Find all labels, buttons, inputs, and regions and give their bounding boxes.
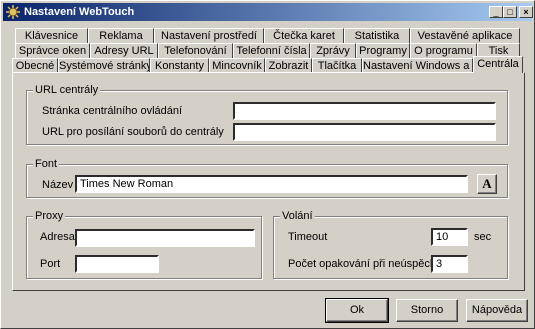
call-group: Volání Timeout sec Počet opakování při n… [273,210,508,279]
url-group: URL centrály Stránka centrálního ovládán… [26,84,508,145]
timeout-unit: sec [474,231,492,243]
tab-programy[interactable]: Programy [356,43,410,58]
tab-statistika[interactable]: Statistika [344,28,410,43]
app-icon [6,5,20,19]
tab-mincovnik[interactable]: Mincovník [209,58,265,73]
help-button-label: Nápověda [471,304,523,316]
timeout-label: Timeout [288,231,328,243]
tab-zpravy[interactable]: Zprávy [310,43,356,58]
window-title: Nastavení WebTouch [24,6,135,18]
control-page-label: Stránka centrálního ovládání [42,105,183,117]
tab-adresy-url[interactable]: Adresy URL [90,43,158,58]
settings-window: Nastavení WebTouch _ □ × Klávesnice Rekl… [0,0,535,329]
help-button[interactable]: Nápověda [466,299,528,322]
proxy-address-input[interactable] [75,229,255,247]
tab-nastaveni-windows[interactable]: Nastavení Windows a IE [362,58,473,73]
font-group: Font Název A [26,158,508,198]
proxy-group-legend: Proxy [33,210,66,223]
retries-input[interactable] [431,255,468,273]
minimize-button[interactable]: _ [489,6,503,18]
tab-zobrazit[interactable]: Zobrazit [265,58,312,73]
tab-o-programu[interactable]: O programu [410,43,477,58]
font-group-legend: Font [33,158,60,171]
tab-telefonni-cisla[interactable]: Telefonní čísla [233,43,310,58]
proxy-group: Proxy Adresa Port [26,210,262,279]
tab-ctecka-karet[interactable]: Čtečka karet [264,28,344,43]
control-page-input[interactable] [233,102,496,120]
cancel-button[interactable]: Storno [396,299,458,322]
tab-panel-centrala: URL centrály Stránka centrálního ovládán… [12,72,525,291]
retries-label: Počet opakování při neúspěchu [288,258,443,270]
font-picker-button[interactable]: A [477,174,497,194]
timeout-input[interactable] [431,228,468,246]
tab-reklama[interactable]: Reklama [88,28,154,43]
tab-klavesnice[interactable]: Klávesnice [15,28,88,43]
tab-tlacitka[interactable]: Tlačítka [312,58,362,73]
upload-url-input[interactable] [233,123,496,141]
proxy-address-label: Adresa [40,231,75,243]
font-name-input[interactable] [75,175,468,193]
ok-button-label: Ok [349,304,365,316]
tab-systemove-stranky[interactable]: Systémové stránky [58,58,150,73]
maximize-button[interactable]: □ [503,6,517,18]
close-button[interactable]: × [519,6,533,18]
url-group-legend: URL centrály [33,84,101,97]
proxy-port-input[interactable] [75,255,159,273]
tab-centrala[interactable]: Centrála [473,56,523,73]
tab-konstanty[interactable]: Konstanty [150,58,209,73]
tab-telefonovani[interactable]: Telefonování [158,43,233,58]
cancel-button-label: Storno [410,304,444,316]
title-bar[interactable]: Nastavení WebTouch _ □ × [3,3,533,21]
tab-nastaveni-prostredi[interactable]: Nastavení prostředí [154,28,264,43]
tab-spravce-oken[interactable]: Správce oken [15,43,90,58]
call-group-legend: Volání [280,210,315,223]
tab-obecne[interactable]: Obecné [12,58,58,73]
proxy-port-label: Port [40,258,61,270]
font-name-label: Název [42,179,74,191]
tab-vestavene-aplikace[interactable]: Vestavěné aplikace [410,28,520,43]
ok-button[interactable]: Ok [325,298,389,323]
upload-url-label: URL pro posílání souborů do centrály [42,126,224,138]
